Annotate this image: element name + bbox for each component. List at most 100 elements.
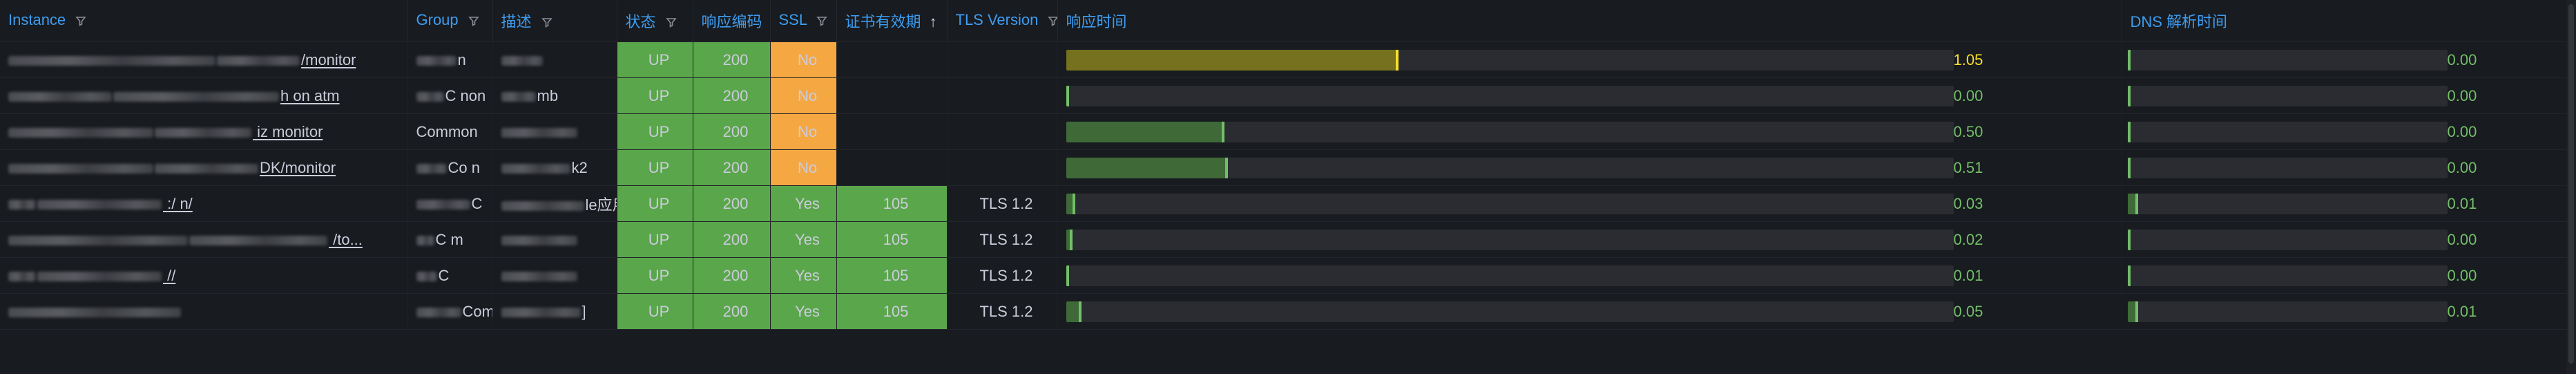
cell-dns: 0.01 (2122, 185, 2571, 222)
cell-response: 0.03 (1057, 185, 2122, 222)
response-value: 0.03 (1953, 194, 1983, 212)
cell-code: 200 (693, 221, 771, 258)
response-gauge-fill (1066, 229, 1073, 250)
cell-instance[interactable]: /to... (0, 221, 408, 258)
dns-gauge (2127, 229, 2448, 250)
instance-link[interactable]: :/ n/ (163, 195, 193, 212)
cell-response: 0.00 (1057, 77, 2122, 114)
response-gauge-fill (1066, 265, 1070, 286)
cell-response: 0.51 (1057, 149, 2122, 186)
column-header-group[interactable]: Group (407, 0, 493, 42)
column-header-code[interactable]: 响应编码 (693, 0, 771, 42)
response-value: 0.05 (1953, 302, 1983, 320)
column-title-tls: TLS Version (955, 11, 1039, 29)
instance-link[interactable]: // (163, 267, 175, 284)
redacted-text (416, 271, 437, 281)
cell-status: UP (617, 257, 693, 294)
status-value: UP (648, 302, 670, 320)
column-header-response[interactable]: 响应时间 (1057, 0, 2122, 42)
status-value: UP (648, 158, 670, 176)
cell-desc: k2 (492, 149, 617, 186)
instance-link[interactable]: h on atm (280, 87, 340, 104)
group-text: n (457, 50, 466, 68)
response-gauge-cap (1069, 229, 1073, 250)
cell-cert (836, 41, 948, 78)
redacted-text (37, 271, 162, 281)
cell-group: C non (407, 77, 493, 114)
redacted-text (501, 235, 577, 245)
dns-value: 0.00 (2447, 158, 2477, 176)
response-value: 0.51 (1953, 158, 1983, 176)
cell-desc: ] (492, 293, 617, 330)
instance-link[interactable]: iz monitor (253, 123, 323, 140)
code-value: 200 (722, 50, 749, 68)
response-gauge (1066, 265, 1954, 286)
cell-code: 200 (693, 257, 771, 294)
cell-code: 200 (693, 41, 771, 78)
redacted-text (501, 127, 577, 138)
filter-icon[interactable] (1048, 12, 1057, 30)
cell-instance[interactable]: h on atm (0, 77, 408, 114)
cell-instance[interactable]: /monitor (0, 41, 408, 78)
dns-gauge-fill (2127, 301, 2138, 322)
response-gauge-fill (1066, 85, 1069, 106)
column-title-status: 状态 (625, 12, 656, 30)
cert-value: 105 (883, 194, 909, 212)
dns-gauge-cap (2135, 193, 2138, 214)
status-value: UP (648, 50, 670, 68)
cell-response: 0.50 (1057, 113, 2122, 150)
cell-instance[interactable]: iz monitor (0, 113, 408, 150)
cell-instance[interactable]: // (0, 257, 408, 294)
filter-icon[interactable] (75, 12, 86, 30)
redacted-text (217, 55, 300, 66)
redacted-text (416, 163, 447, 174)
redacted-text (416, 235, 434, 245)
code-value: 200 (722, 230, 749, 248)
cell-instance[interactable] (0, 293, 408, 330)
instance-link[interactable]: DK/monitor (260, 159, 336, 176)
column-header-dns[interactable]: DNS 解析时间 (2122, 0, 2571, 42)
cell-instance[interactable]: DK/monitor (0, 149, 408, 186)
column-header-cert[interactable]: 证书有效期 ↑ (836, 0, 948, 42)
column-header-ssl[interactable]: SSL (770, 0, 837, 42)
cell-dns: 0.00 (2122, 257, 2571, 294)
redacted-text (8, 307, 181, 317)
column-header-desc[interactable]: 描述 (492, 0, 617, 42)
tls-value: TLS 1.2 (979, 194, 1033, 212)
filter-icon[interactable] (468, 12, 479, 30)
column-header-instance[interactable]: Instance (0, 0, 408, 42)
instance-link[interactable]: /monitor (301, 51, 356, 68)
cell-desc (492, 41, 617, 78)
group-text: C non (445, 86, 486, 104)
cell-response: 0.02 (1057, 221, 2122, 258)
column-title-dns: DNS 解析时间 (2130, 13, 2228, 30)
response-value: 1.05 (1953, 50, 1983, 68)
column-title-instance: Instance (8, 11, 66, 29)
response-gauge (1066, 49, 1954, 71)
column-header-status[interactable]: 状态 (617, 0, 693, 42)
cell-cert: 105 (836, 293, 948, 330)
cell-desc: le应用 (492, 185, 617, 222)
response-gauge (1066, 301, 1954, 322)
filter-icon[interactable] (816, 12, 828, 30)
redacted-text (8, 163, 153, 174)
column-header-tls[interactable]: TLS Version (947, 0, 1058, 42)
dns-gauge-fill (2127, 85, 2131, 106)
cell-status: UP (617, 221, 693, 258)
redacted-text (501, 271, 577, 281)
redacted-text (8, 91, 112, 102)
filter-icon[interactable] (541, 14, 552, 32)
table-row: :/ n/Cle应用 UP 200 Yes 105 TLS 1.2 0.03 0.01 (0, 185, 2571, 222)
table-row: /to... C m UP 200 Yes 105 TLS 1.2 0.02 0.00 (0, 221, 2571, 258)
cell-group: Common (407, 113, 493, 150)
instance-link[interactable]: /to... (329, 231, 363, 248)
cell-ssl: No (770, 41, 837, 78)
tls-value: TLS 1.2 (979, 230, 1033, 248)
filter-icon[interactable] (665, 14, 677, 32)
sort-ascending-icon[interactable]: ↑ (930, 13, 937, 31)
vertical-scrollbar[interactable] (2566, 0, 2576, 374)
scrollbar-thumb[interactable] (2568, 4, 2574, 364)
cell-instance[interactable]: :/ n/ (0, 185, 408, 222)
cell-response: 1.05 (1057, 41, 2122, 78)
ssl-value: Yes (795, 266, 820, 284)
